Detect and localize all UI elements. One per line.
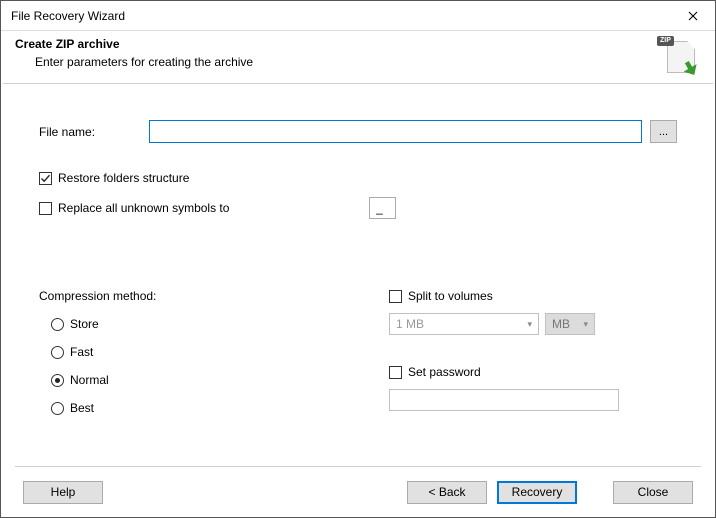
browse-button[interactable]: ...	[650, 120, 677, 143]
compression-normal-radio[interactable]	[51, 374, 64, 387]
compression-best-label: Best	[70, 401, 94, 415]
replace-symbols-label: Replace all unknown symbols to	[58, 201, 229, 215]
chevron-down-icon: ▾	[583, 319, 588, 330]
split-volumes-label: Split to volumes	[408, 289, 493, 303]
compression-method-label: Compression method:	[39, 289, 389, 303]
chevron-down-icon: ▾	[527, 319, 532, 330]
compression-store-label: Store	[70, 317, 99, 331]
split-size-value: 1 MB	[396, 317, 424, 331]
file-name-input[interactable]	[149, 120, 642, 143]
recovery-button[interactable]: Recovery	[497, 481, 577, 504]
compression-fast-label: Fast	[70, 345, 93, 359]
set-password-checkbox[interactable]	[389, 366, 402, 379]
compression-best-radio[interactable]	[51, 402, 64, 415]
split-volumes-checkbox[interactable]	[389, 290, 402, 303]
split-unit-value: MB	[552, 317, 570, 331]
zip-archive-icon: ZIP	[659, 37, 695, 73]
titlebar: File Recovery Wizard	[1, 1, 715, 31]
compression-normal-label: Normal	[70, 373, 109, 387]
help-button[interactable]: Help	[23, 481, 103, 504]
replace-symbols-checkbox[interactable]	[39, 202, 52, 215]
page-subtitle: Enter parameters for creating the archiv…	[15, 55, 253, 69]
close-button[interactable]: Close	[613, 481, 693, 504]
compression-store-radio[interactable]	[51, 318, 64, 331]
password-input[interactable]	[389, 389, 619, 411]
page-title: Create ZIP archive	[15, 37, 253, 51]
close-icon[interactable]	[671, 1, 715, 31]
window-title: File Recovery Wizard	[11, 9, 125, 23]
split-size-combo[interactable]: 1 MB ▾	[389, 313, 539, 335]
restore-structure-label: Restore folders structure	[58, 171, 189, 185]
replace-symbols-input[interactable]	[369, 197, 396, 219]
restore-structure-checkbox[interactable]	[39, 172, 52, 185]
compression-fast-radio[interactable]	[51, 346, 64, 359]
wizard-header: Create ZIP archive Enter parameters for …	[1, 31, 715, 83]
set-password-label: Set password	[408, 365, 481, 379]
file-name-label: File name:	[39, 125, 149, 139]
split-unit-combo[interactable]: MB ▾	[545, 313, 595, 335]
back-button[interactable]: < Back	[407, 481, 487, 504]
